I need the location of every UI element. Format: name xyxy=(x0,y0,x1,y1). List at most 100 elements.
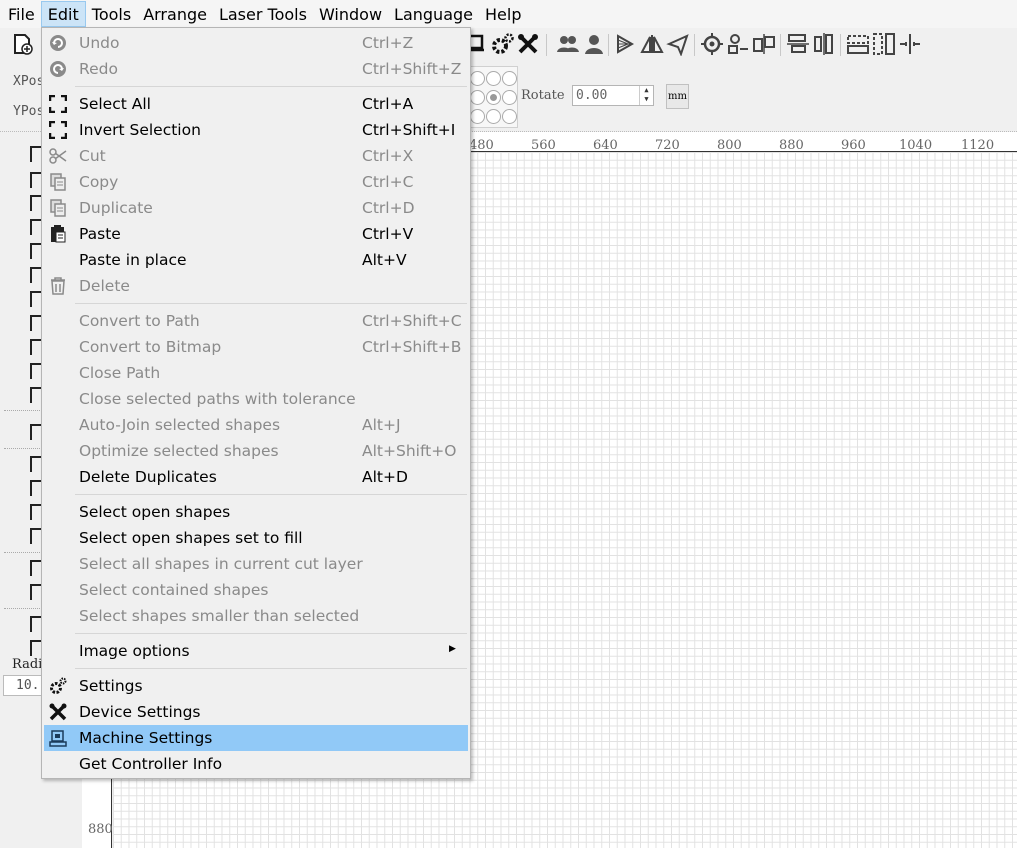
menu-item-settings[interactable]: Settings xyxy=(44,673,468,699)
menu-item-convert-to-bitmap[interactable]: Convert to Bitmap Ctrl+Shift+B xyxy=(44,334,468,360)
menu-item-duplicate[interactable]: Duplicate Ctrl+D xyxy=(44,195,468,221)
toolbar-separator xyxy=(546,34,547,56)
menu-item-paste[interactable]: Paste Ctrl+V xyxy=(44,221,468,247)
menu-edit[interactable]: Edit xyxy=(40,1,86,27)
menu-item-shortcut: Ctrl+Shift+Z xyxy=(362,60,462,78)
gears-icon xyxy=(50,677,67,694)
ungroup-icon[interactable] xyxy=(582,32,606,56)
ruler-tick-label: 560 xyxy=(531,138,556,153)
menu-item-optimize-shapes[interactable]: Optimize selected shapes Alt+Shift+O xyxy=(44,438,468,464)
move-together-icon[interactable] xyxy=(898,32,922,56)
menu-item-label: Redo xyxy=(79,60,118,78)
menu-item-label: Select all shapes in current cut layer xyxy=(79,555,363,573)
anchor-radio[interactable] xyxy=(486,109,501,124)
space-vertical-icon[interactable] xyxy=(872,32,896,56)
menu-item-delete-duplicates[interactable]: Delete Duplicates Alt+D xyxy=(44,464,468,490)
radius-label: Radi xyxy=(12,657,43,672)
target-icon[interactable] xyxy=(700,32,724,56)
menu-item-shortcut: Ctrl+A xyxy=(362,95,414,113)
ruler-tick-label: 640 xyxy=(593,138,618,153)
menu-tools[interactable]: Tools xyxy=(86,1,137,27)
menu-item-delete[interactable]: Delete xyxy=(44,273,468,299)
anchor-radio[interactable] xyxy=(470,109,485,124)
menu-item-label: Cut xyxy=(79,147,106,165)
anchor-radio[interactable] xyxy=(470,90,485,105)
menu-item-label: Convert to Path xyxy=(79,312,200,330)
menu-item-label: Select open shapes set to fill xyxy=(79,529,303,547)
ruler-tick-label: 1040 xyxy=(899,138,933,153)
rotate-input[interactable]: 0.00 ▲ ▼ xyxy=(572,85,654,106)
anchor-radio[interactable] xyxy=(486,71,501,86)
menu-item-label: Select shapes smaller than selected xyxy=(79,607,360,625)
menu-arrange[interactable]: Arrange xyxy=(137,1,213,27)
menu-item-label: Close selected paths with tolerance xyxy=(79,390,356,408)
menu-item-label: Convert to Bitmap xyxy=(79,338,222,356)
menu-item-label: Optimize selected shapes xyxy=(79,442,279,460)
device-wrench-icon[interactable] xyxy=(516,32,540,56)
menu-window[interactable]: Window xyxy=(313,1,388,27)
anchor-radio[interactable] xyxy=(502,90,517,105)
menu-item-close-paths-tolerance[interactable]: Close selected paths with tolerance xyxy=(44,386,468,412)
menu-item-image-options[interactable]: Image options ▶ xyxy=(44,638,468,664)
menu-item-select-all[interactable]: Select All Ctrl+A xyxy=(44,91,468,117)
menu-file[interactable]: File xyxy=(2,1,41,27)
rotate-spinner[interactable]: ▲ ▼ xyxy=(639,86,653,105)
menu-item-auto-join[interactable]: Auto-Join selected shapes Alt+J xyxy=(44,412,468,438)
menu-item-label: Machine Settings xyxy=(79,729,213,747)
ypos-label: YPos xyxy=(13,104,45,119)
space-horizontal-icon[interactable] xyxy=(846,32,870,56)
anchor-radio-selected[interactable] xyxy=(486,90,501,105)
menu-separator xyxy=(75,633,467,634)
menu-item-controller-info[interactable]: Get Controller Info xyxy=(44,751,468,777)
clipboard-icon xyxy=(51,225,66,243)
settings-gear-icon[interactable] xyxy=(490,32,514,56)
flip-horizontal-icon[interactable] xyxy=(614,32,638,56)
unit-button[interactable]: mm xyxy=(666,84,689,109)
new-file-icon[interactable] xyxy=(10,32,34,56)
redo-icon xyxy=(50,61,66,77)
menu-item-redo[interactable]: Redo Ctrl+Shift+Z xyxy=(44,56,468,82)
menu-item-paste-in-place[interactable]: Paste in place Alt+V xyxy=(44,247,468,273)
rotate-arrow-icon[interactable] xyxy=(666,32,690,56)
menu-language[interactable]: Language xyxy=(388,1,479,27)
menu-item-select-open-shapes[interactable]: Select open shapes xyxy=(44,499,468,525)
ruler-tick-label: 480 xyxy=(469,138,494,153)
menu-item-invert-selection[interactable]: Invert Selection Ctrl+Shift+I xyxy=(44,117,468,143)
menu-item-shortcut: Ctrl+X xyxy=(362,147,414,165)
ruler-tick-label: 800 xyxy=(717,138,742,153)
menu-item-select-in-cut-layer[interactable]: Select all shapes in current cut layer xyxy=(44,551,468,577)
menu-separator xyxy=(75,494,467,495)
menu-item-machine-settings[interactable]: Machine Settings xyxy=(44,725,468,751)
scissors-icon xyxy=(49,148,67,164)
toolbar-separator xyxy=(694,34,695,56)
group-icon[interactable] xyxy=(556,32,580,56)
anchor-radio[interactable] xyxy=(502,71,517,86)
menu-item-convert-to-path[interactable]: Convert to Path Ctrl+Shift+C xyxy=(44,308,468,334)
menu-item-copy[interactable]: Copy Ctrl+C xyxy=(44,169,468,195)
menu-laser-tools[interactable]: Laser Tools xyxy=(213,1,313,27)
menu-item-select-smaller[interactable]: Select shapes smaller than selected xyxy=(44,603,468,629)
menu-item-label: Select open shapes xyxy=(79,503,231,521)
wrench-icon xyxy=(49,703,67,721)
distribute-vertical-icon[interactable] xyxy=(786,32,810,56)
menu-item-label: Invert Selection xyxy=(79,121,201,139)
ruler-tick-label: 1120 xyxy=(961,138,995,153)
menu-item-close-path[interactable]: Close Path xyxy=(44,360,468,386)
menu-item-shortcut: Ctrl+D xyxy=(362,199,415,217)
menu-item-undo[interactable]: Undo Ctrl+Z xyxy=(44,30,468,56)
menu-item-shortcut: Ctrl+Shift+I xyxy=(362,121,456,139)
menu-item-select-open-shapes-fill[interactable]: Select open shapes set to fill xyxy=(44,525,468,551)
edit-menu-dropdown: Undo Ctrl+Z Redo Ctrl+Shift+Z Select All… xyxy=(41,27,471,779)
menu-item-cut[interactable]: Cut Ctrl+X xyxy=(44,143,468,169)
mirror-icon[interactable] xyxy=(640,32,664,56)
distribute-horizontal-icon[interactable] xyxy=(812,32,836,56)
menu-item-select-contained[interactable]: Select contained shapes xyxy=(44,577,468,603)
radius-input[interactable]: 10. xyxy=(3,675,43,696)
menu-item-device-settings[interactable]: Device Settings xyxy=(44,699,468,725)
anchor-radio[interactable] xyxy=(502,109,517,124)
anchor-radio[interactable] xyxy=(470,71,485,86)
align-horizontal-icon[interactable] xyxy=(752,32,776,56)
menu-help[interactable]: Help xyxy=(479,1,527,27)
align-center-icon[interactable] xyxy=(726,32,750,56)
menu-item-label: Auto-Join selected shapes xyxy=(79,416,281,434)
